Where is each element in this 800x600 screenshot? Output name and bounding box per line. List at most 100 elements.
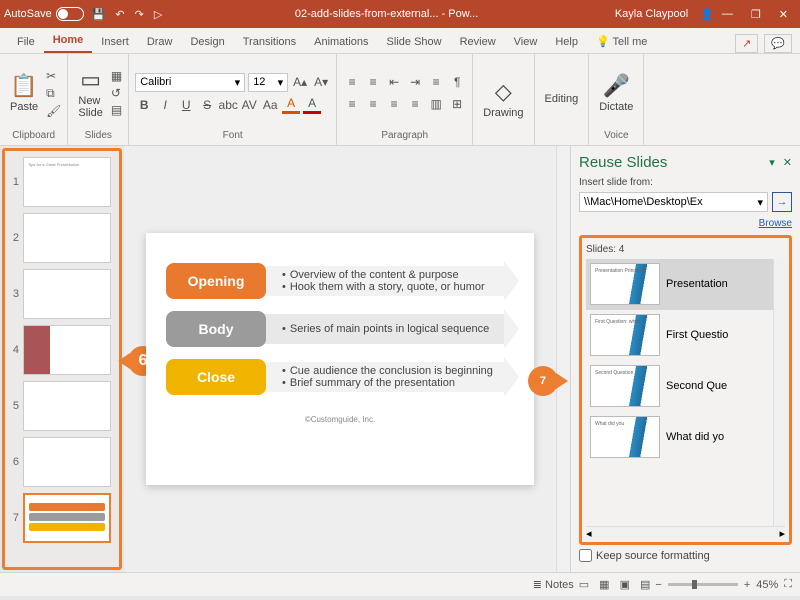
tab-transitions[interactable]: Transitions: [234, 31, 305, 53]
tab-design[interactable]: Design: [181, 31, 233, 53]
normal-view-icon[interactable]: ▭: [574, 578, 594, 591]
reuse-title: What did yo: [666, 431, 724, 443]
thumbnail-4[interactable]: 4: [7, 323, 117, 377]
reuse-scrollbar[interactable]: [773, 259, 785, 526]
thumbnail-5[interactable]: 5: [7, 379, 117, 433]
font-name-combo[interactable]: Calibri▾: [135, 73, 245, 92]
section-icon[interactable]: ▤: [111, 103, 122, 117]
slide-canvas[interactable]: 6 Opening Overview of the content & purp…: [124, 146, 556, 572]
close-button[interactable]: ✕: [779, 8, 788, 21]
minimize-button[interactable]: —: [722, 8, 733, 21]
zoom-in-icon[interactable]: +: [744, 579, 750, 591]
change-case-button[interactable]: Aa: [261, 96, 279, 114]
thumbnail-2[interactable]: 2: [7, 211, 117, 265]
reading-view-icon[interactable]: ▣: [615, 578, 635, 591]
indent-decrease-button[interactable]: ⇤: [385, 73, 403, 91]
new-slide-button[interactable]: ▭New Slide: [74, 65, 106, 121]
bullets-button[interactable]: ≡: [343, 73, 361, 91]
ribbon-tabs: File Home Insert Draw Design Transitions…: [0, 28, 800, 54]
strike-button[interactable]: S: [198, 96, 216, 114]
drawing-button[interactable]: ◇Drawing: [479, 77, 527, 121]
columns-button[interactable]: ▥: [427, 95, 445, 113]
tab-insert[interactable]: Insert: [92, 31, 138, 53]
cut-icon[interactable]: ✂: [46, 69, 61, 83]
comments-button[interactable]: 💬: [764, 34, 792, 53]
notes-button[interactable]: ≣ Notes: [533, 578, 574, 591]
line-spacing-button[interactable]: ≡: [427, 73, 445, 91]
shadow-button[interactable]: abc: [219, 96, 237, 114]
share-button[interactable]: ↗: [735, 34, 758, 53]
italic-button[interactable]: I: [156, 96, 174, 114]
zoom-out-icon[interactable]: −: [655, 579, 661, 591]
layout-icon[interactable]: ▦: [111, 69, 122, 83]
highlight-button[interactable]: A: [282, 96, 300, 114]
toggle-off-icon[interactable]: [56, 7, 84, 21]
tab-home[interactable]: Home: [44, 29, 93, 53]
window-title: 02-add-slides-from-external... - Pow...: [170, 8, 603, 20]
thumbnail-1[interactable]: 1Tips for a Great Presentation: [7, 155, 117, 209]
canvas-scrollbar[interactable]: [556, 146, 570, 572]
tab-draw[interactable]: Draw: [138, 31, 182, 53]
dictate-button[interactable]: 🎤Dictate: [595, 71, 637, 115]
slideshow-icon[interactable]: ▷: [154, 8, 162, 21]
font-size-combo[interactable]: 12▾: [248, 73, 288, 92]
autosave-toggle[interactable]: AutoSave: [4, 7, 84, 21]
reuse-slide-1[interactable]: Presentation PrinciplesPresentation: [586, 259, 773, 310]
text-direction-button[interactable]: ¶: [448, 73, 466, 91]
bold-button[interactable]: B: [135, 96, 153, 114]
zoom-slider[interactable]: [668, 583, 738, 586]
tab-view[interactable]: View: [505, 31, 547, 53]
justify-button[interactable]: ≡: [406, 95, 424, 113]
thumbnail-3[interactable]: 3: [7, 267, 117, 321]
indent-increase-button[interactable]: ⇥: [406, 73, 424, 91]
zoom-control[interactable]: − + 45% ⛶: [655, 578, 792, 591]
go-button[interactable]: →: [772, 192, 792, 212]
path-combo[interactable]: \\Mac\Home\Desktop\Ex▾: [579, 192, 768, 212]
tab-help[interactable]: Help: [546, 31, 587, 53]
numbering-button[interactable]: ≡: [364, 73, 382, 91]
reuse-slide-2[interactable]: First Question: whatFirst Questio: [586, 310, 773, 361]
align-right-button[interactable]: ≡: [385, 95, 403, 113]
tab-slideshow[interactable]: Slide Show: [378, 31, 451, 53]
panel-title: Reuse Slides: [579, 154, 761, 171]
reuse-slide-4[interactable]: What did youWhat did yo: [586, 412, 773, 463]
align-left-button[interactable]: ≡: [343, 95, 361, 113]
tab-animations[interactable]: Animations: [305, 31, 377, 53]
zoom-level[interactable]: 45%: [756, 579, 778, 591]
thumbnail-6[interactable]: 6: [7, 435, 117, 489]
bullet-text: Brief summary of the presentation: [282, 377, 493, 389]
panel-close-icon[interactable]: ✕: [783, 156, 792, 169]
align-center-button[interactable]: ≡: [364, 95, 382, 113]
fit-to-window-icon[interactable]: ⛶: [784, 578, 792, 591]
tab-file[interactable]: File: [8, 31, 44, 53]
shrink-font-button[interactable]: A▾: [312, 73, 330, 91]
tell-me[interactable]: 💡 Tell me: [587, 30, 656, 53]
font-color-button[interactable]: A: [303, 96, 321, 114]
underline-button[interactable]: U: [177, 96, 195, 114]
reuse-slide-3[interactable]: Second QuestionSecond Que: [586, 361, 773, 412]
sorter-view-icon[interactable]: ▦: [594, 578, 614, 591]
browse-link[interactable]: Browse: [579, 218, 792, 229]
paste-button[interactable]: 📋Paste: [6, 71, 42, 115]
checkbox-input[interactable]: [579, 549, 592, 562]
keep-formatting-checkbox[interactable]: Keep source formatting: [579, 545, 792, 566]
grow-font-button[interactable]: A▴: [291, 73, 309, 91]
user-label[interactable]: Kayla Claypool: [615, 8, 688, 20]
reset-icon[interactable]: ↺: [111, 86, 122, 100]
undo-icon[interactable]: ↶: [115, 8, 124, 21]
restore-button[interactable]: ❐: [751, 8, 761, 21]
copy-icon[interactable]: ⧉: [46, 86, 61, 101]
notes-label: Notes: [545, 579, 574, 591]
redo-icon[interactable]: ↷: [135, 8, 144, 21]
thumbnail-7[interactable]: 7: [7, 491, 117, 545]
reuse-hscrollbar[interactable]: ◂▸: [586, 526, 785, 538]
user-icon[interactable]: 👤: [700, 8, 714, 21]
spacing-button[interactable]: AV: [240, 96, 258, 114]
save-icon[interactable]: 💾: [92, 8, 106, 21]
format-painter-icon[interactable]: 🖌: [46, 104, 61, 118]
panel-dropdown-icon[interactable]: ▾: [769, 156, 775, 169]
editing-button[interactable]: Editing: [541, 91, 583, 107]
tab-review[interactable]: Review: [451, 31, 505, 53]
slideshow-view-icon[interactable]: ▤: [635, 578, 655, 591]
smartart-button[interactable]: ⊞: [448, 95, 466, 113]
